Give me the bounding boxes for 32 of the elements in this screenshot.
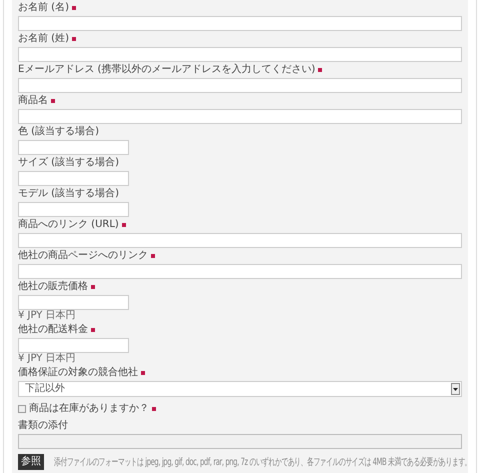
currency-note: ¥ JPY 日本円 <box>18 353 77 365</box>
checkbox-label: 商品は在庫がありますか？ <box>29 403 149 415</box>
field-label: 色 (該当する場合) <box>18 126 99 138</box>
text-field[interactable] <box>18 264 462 279</box>
field-label: お名前 (名) <box>18 2 69 14</box>
text-field[interactable] <box>18 295 129 310</box>
text-field[interactable] <box>18 338 129 353</box>
text-field[interactable] <box>18 233 462 248</box>
text-field[interactable] <box>18 78 462 93</box>
text-field[interactable] <box>18 47 462 62</box>
text-field[interactable] <box>18 140 129 155</box>
field-label: 価格保証の対象の競合他社 <box>18 367 138 379</box>
text-field[interactable] <box>18 109 462 124</box>
field-label: 他社の販売価格 <box>18 281 88 293</box>
currency-note: ¥ JPY 日本円 <box>18 310 77 322</box>
field-label: 他社の商品ページへのリンク <box>18 250 148 262</box>
text-field[interactable] <box>18 16 462 31</box>
field-label: Eメールアドレス (携帯以外のメールアドレスを入力してください) <box>18 64 316 76</box>
browse-button[interactable]: 参照 <box>18 454 44 470</box>
field-label: 商品へのリンク (URL) <box>18 219 119 231</box>
dropdown-field[interactable]: 下記以外 <box>18 381 462 397</box>
text-field[interactable] <box>18 202 129 217</box>
field-label: 書類の添付 <box>18 420 68 432</box>
field-label: モデル (該当する場合) <box>18 188 119 200</box>
field-label: 他社の配送料金 <box>18 324 88 336</box>
file-path-field[interactable] <box>18 434 462 449</box>
field-label: お名前 (姓) <box>18 33 69 45</box>
file-format-note: 添付ファイルのフォーマットは jpeg, jpg, gif, doc, pdf, rar, png, 7z のいずれかであり、各ファイルのサイズは 4MB 未満である必要があります。 <box>54 456 472 468</box>
checkbox[interactable] <box>18 405 26 413</box>
field-label: 商品名 <box>18 95 48 107</box>
text-field[interactable] <box>18 171 129 186</box>
field-label: サイズ (該当する場合) <box>18 157 119 169</box>
